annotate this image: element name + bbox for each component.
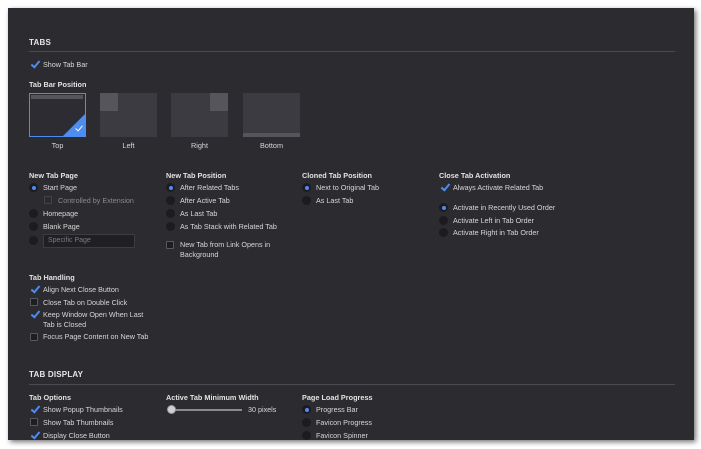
- progress-bar-label: Progress Bar: [316, 405, 358, 414]
- close-on-double-click-label: Close Tab on Double Click: [43, 298, 128, 307]
- page-load-progress-title: Page Load Progress: [302, 393, 373, 402]
- as-tab-stack-radio[interactable]: [166, 222, 175, 231]
- tab-position-right-option[interactable]: [171, 93, 228, 137]
- link-opens-background-label-line2: Background: [180, 250, 219, 259]
- tab-strip-preview: [100, 93, 118, 111]
- close-on-double-click-checkbox[interactable]: [30, 298, 38, 306]
- progress-bar-radio[interactable]: [302, 405, 311, 414]
- after-related-tabs-radio[interactable]: [166, 183, 175, 192]
- show-tab-bar-label: Show Tab Bar: [43, 60, 88, 69]
- show-tab-thumbnails-checkbox[interactable]: [30, 418, 38, 426]
- controlled-by-extension-checkbox[interactable]: [44, 196, 52, 204]
- settings-panel: TABS Show Tab Bar Tab Bar Position Top L…: [8, 8, 694, 440]
- right-in-tab-order-label: Activate Right in Tab Order: [453, 228, 539, 237]
- min-width-slider-track[interactable]: [170, 409, 242, 411]
- favicon-spinner-label: Favicon Spinner: [316, 431, 368, 440]
- homepage-radio[interactable]: [29, 209, 38, 218]
- controlled-by-extension-label: Controlled by Extension: [58, 196, 134, 205]
- specific-page-radio[interactable]: [29, 236, 38, 245]
- tab-bar-position-title: Tab Bar Position: [29, 80, 87, 89]
- start-page-radio[interactable]: [29, 183, 38, 192]
- align-next-close-label: Align Next Close Button: [43, 285, 119, 294]
- show-popup-thumbnails-checkbox[interactable]: [30, 405, 38, 413]
- tab-position-top-label: Top: [51, 141, 64, 150]
- next-to-original-label: Next to Original Tab: [316, 183, 379, 192]
- as-tab-stack-label: As Tab Stack with Related Tab: [180, 222, 277, 231]
- min-width-value: 30 pixels: [248, 405, 277, 414]
- focus-page-content-checkbox[interactable]: [30, 333, 38, 341]
- favicon-progress-radio[interactable]: [302, 418, 311, 427]
- cloned-as-last-tab-radio[interactable]: [302, 196, 311, 205]
- new-tab-position-title: New Tab Position: [166, 171, 227, 180]
- always-activate-related-checkbox[interactable]: [440, 183, 448, 191]
- as-last-tab-radio[interactable]: [166, 209, 175, 218]
- keep-window-open-checkbox[interactable]: [30, 310, 38, 318]
- show-tab-bar-checkbox[interactable]: [30, 60, 38, 68]
- after-active-tab-radio[interactable]: [166, 196, 175, 205]
- recently-used-order-label: Activate in Recently Used Order: [453, 203, 556, 212]
- section-heading-tabs: TABS: [29, 38, 51, 47]
- tab-strip-preview: [31, 95, 83, 99]
- favicon-spinner-radio[interactable]: [302, 431, 311, 440]
- blank-page-label: Blank Page: [43, 222, 80, 231]
- left-in-tab-order-label: Activate Left in Tab Order: [453, 216, 534, 225]
- keep-window-open-label-line1: Keep Window Open When Last: [43, 310, 144, 319]
- keep-window-open-label-line2: Tab is Closed: [43, 320, 87, 329]
- section-divider: [29, 384, 675, 385]
- close-tab-activation-title: Close Tab Activation: [439, 171, 511, 180]
- tab-strip-preview: [210, 93, 228, 111]
- as-last-tab-label: As Last Tab: [180, 209, 218, 218]
- after-related-tabs-label: After Related Tabs: [180, 183, 239, 192]
- min-width-slider-thumb[interactable]: [167, 405, 176, 414]
- tab-position-left-option[interactable]: [100, 93, 157, 137]
- tab-position-bottom-option[interactable]: [243, 93, 300, 137]
- section-divider: [29, 51, 675, 52]
- active-tab-min-width-title: Active Tab Minimum Width: [166, 393, 259, 402]
- blank-page-radio[interactable]: [29, 222, 38, 231]
- tab-position-left-label: Left: [122, 141, 135, 150]
- link-opens-background-label-line1: New Tab from Link Opens in: [180, 240, 271, 249]
- favicon-progress-label: Favicon Progress: [316, 418, 372, 427]
- always-activate-related-label: Always Activate Related Tab: [453, 183, 544, 192]
- section-heading-tab-display: TAB DISPLAY: [29, 370, 84, 379]
- tab-position-right-label: Right: [190, 141, 209, 150]
- homepage-label: Homepage: [43, 209, 79, 218]
- tab-strip-preview: [243, 133, 300, 137]
- after-active-tab-label: After Active Tab: [180, 196, 230, 205]
- cloned-as-last-tab-label: As Last Tab: [316, 196, 354, 205]
- next-to-original-radio[interactable]: [302, 183, 311, 192]
- right-in-tab-order-radio[interactable]: [439, 228, 448, 237]
- new-tab-page-title: New Tab Page: [29, 171, 78, 180]
- show-popup-thumbnails-label: Show Popup Thumbnails: [43, 405, 123, 414]
- link-opens-background-checkbox[interactable]: [166, 241, 174, 249]
- tab-handling-title: Tab Handling: [29, 273, 75, 282]
- align-next-close-checkbox[interactable]: [30, 285, 38, 293]
- start-page-label: Start Page: [43, 183, 77, 192]
- focus-page-content-label: Focus Page Content on New Tab: [43, 332, 149, 341]
- recently-used-order-radio[interactable]: [439, 203, 448, 212]
- specific-page-input[interactable]: Specific Page: [43, 234, 135, 248]
- tab-position-bottom-label: Bottom: [259, 141, 284, 150]
- show-tab-thumbnails-label: Show Tab Thumbnails: [43, 418, 114, 427]
- tab-options-title: Tab Options: [29, 393, 72, 402]
- cloned-tab-position-title: Cloned Tab Position: [302, 171, 372, 180]
- left-in-tab-order-radio[interactable]: [439, 216, 448, 225]
- display-close-button-label: Display Close Button: [43, 431, 110, 440]
- display-close-button-checkbox[interactable]: [30, 431, 38, 439]
- tab-position-top-option[interactable]: [29, 93, 86, 137]
